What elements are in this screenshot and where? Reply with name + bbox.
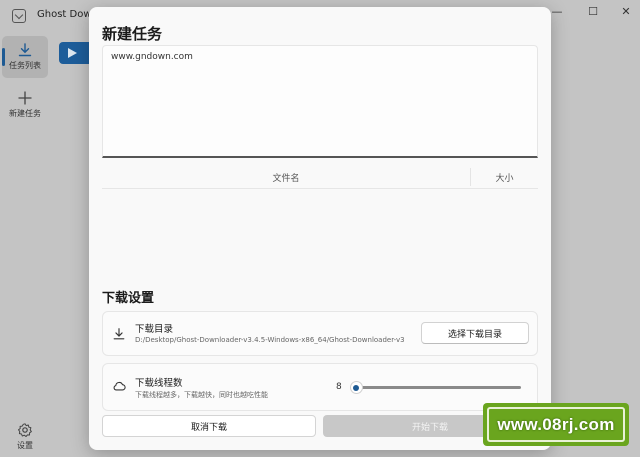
url-input[interactable]: www.gndown.com [102, 45, 538, 158]
directory-path: D:/Desktop/Ghost-Downloader-v3.4.5-Windo… [135, 336, 405, 344]
close-button[interactable]: ✕ [615, 4, 637, 20]
new-task-dialog: 新建任务 www.gndown.com 文件名 大小 下载设置 下载目录 D:/… [89, 7, 551, 450]
thread-count-card: 下载线程数 下载线程越多，下载越快，同时也越吃性能 8 [102, 363, 538, 411]
thread-slider-track[interactable] [355, 386, 521, 389]
plus-icon [18, 91, 32, 105]
watermark-text: www.08rj.com [487, 407, 625, 442]
sidebar-item-label: 设置 [17, 441, 33, 450]
thread-count-description: 下载线程越多，下载越快，同时也越吃性能 [135, 391, 268, 399]
start-task-button[interactable] [59, 42, 93, 64]
sidebar-item-task-list[interactable]: 任务列表 [2, 36, 48, 78]
sidebar: 任务列表 新建任务 设置 [0, 30, 50, 457]
download-icon [113, 328, 125, 340]
watermark-logo: www.08rj.com [483, 403, 629, 446]
sidebar-item-new-task[interactable]: 新建任务 [2, 84, 48, 126]
file-table-header: 文件名 大小 [102, 165, 538, 189]
thread-count-label: 下载线程数 [135, 378, 183, 389]
maximize-button[interactable]: ☐ [582, 4, 604, 20]
sidebar-item-label: 新建任务 [9, 109, 41, 118]
thread-slider-handle[interactable] [350, 382, 362, 393]
cloud-icon [113, 381, 126, 391]
thread-count-value: 8 [336, 382, 342, 392]
choose-directory-button[interactable]: 选择下载目录 [421, 322, 529, 344]
settings-section-title: 下载设置 [102, 291, 155, 306]
column-header-filename[interactable]: 文件名 [102, 171, 470, 184]
dialog-title: 新建任务 [102, 25, 163, 43]
cancel-button[interactable]: 取消下载 [102, 415, 316, 437]
app-logo-icon [12, 9, 26, 23]
download-directory-card: 下载目录 D:/Desktop/Ghost-Downloader-v3.4.5-… [102, 311, 538, 356]
sidebar-item-settings[interactable]: 设置 [2, 416, 48, 457]
download-icon [18, 43, 32, 57]
column-header-size[interactable]: 大小 [471, 171, 538, 184]
gear-icon [18, 423, 32, 437]
sidebar-item-label: 任务列表 [9, 61, 41, 70]
directory-label: 下载目录 [135, 324, 174, 335]
